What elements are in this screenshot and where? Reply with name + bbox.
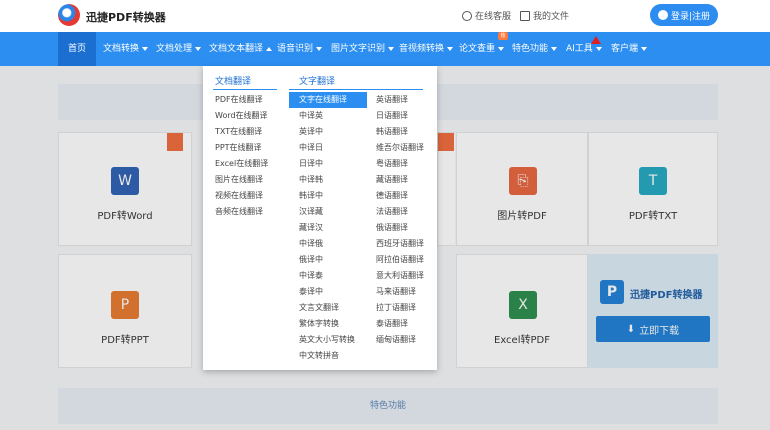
nav-features-label: 特色功能 [512,44,549,54]
chevron-down-icon [316,46,323,51]
nav-doc-process-label: 文档处理 [156,44,193,54]
dropdown-menu-item[interactable]: 音频在线翻译 [215,204,263,220]
main-nav: 首页 文档转换 文档处理 文档文本翻译 语音识别 图片文字识别 音视频转换 论文… [0,32,770,66]
my-docs-link[interactable]: 我的文件 [520,9,569,22]
dropdown-menu-item[interactable]: 法语翻译 [376,204,408,220]
dropdown-menu-item[interactable]: 西班牙语翻译 [376,236,424,252]
dropdown-menu-item[interactable]: 中译韩 [299,172,323,188]
dropdown-menu-item[interactable]: TXT在线翻译 [215,124,262,140]
dropdown-menu-item[interactable]: 意大利语翻译 [376,268,424,284]
doc-translate-heading: 文档翻译 [215,77,252,87]
chevron-down-icon [142,46,149,51]
dropdown-menu-item[interactable]: 马来语翻译 [376,284,416,300]
dropdown-menu-item[interactable]: 日译中 [299,156,323,172]
brand-name[interactable]: 迅捷PDF转换器 [86,9,166,25]
dropdown-menu-item[interactable]: 泰译中 [299,284,323,300]
dropdown-menu-item[interactable]: 拉丁语翻译 [376,300,416,316]
document-icon [520,10,530,21]
nav-client[interactable]: 客户端 [611,32,648,66]
dropdown-menu-item[interactable]: 中译俄 [299,236,323,252]
dropdown-menu-item[interactable]: 藏语翻译 [376,172,408,188]
login-label: 登录|注册 [670,11,711,22]
dropdown-menu-item[interactable]: 视频在线翻译 [215,188,263,204]
dropdown-menu-item[interactable]: 中译泰 [299,268,323,284]
dropdown-menu-item[interactable]: 俄语翻译 [376,220,408,236]
nav-translate[interactable]: 文档文本翻译 [209,32,273,66]
nav-doc-convert[interactable]: 文档转换 [103,32,149,66]
heading-underline [289,89,423,90]
user-icon [657,10,668,20]
nav-features[interactable]: 特色功能 [512,32,558,66]
login-register-button[interactable]: 登录|注册 [650,4,718,26]
top-header: 迅捷PDF转换器 在线客服 我的文件 登录|注册 [0,0,770,32]
nav-ai-tools-label: AI工具 [566,44,593,54]
chevron-down-icon [595,46,602,51]
nav-doc-convert-label: 文档转换 [103,44,140,54]
dropdown-menu-item[interactable]: Excel在线翻译 [215,156,268,172]
dropdown-menu-item[interactable]: 英文大小写转换 [299,332,355,348]
nav-client-label: 客户端 [611,44,639,54]
nav-ocr[interactable]: 图片文字识别 [331,32,395,66]
my-docs-label: 我的文件 [533,12,570,22]
dropdown-menu-item[interactable]: 繁体字转换 [299,316,339,332]
dropdown-menu-item[interactable]: 韩译中 [299,188,323,204]
dropdown-menu-item[interactable]: 英译中 [299,124,323,140]
dropdown-menu-item[interactable]: 韩语翻译 [376,124,408,140]
brand-logo-icon[interactable] [58,4,80,26]
chevron-down-icon [195,46,202,51]
online-service-label: 在线客服 [475,12,512,22]
text-translate-heading: 文字翻译 [299,77,336,87]
heading-underline [213,89,277,90]
dropdown-menu-item[interactable]: 阿拉伯语翻译 [376,252,424,268]
headset-icon [462,10,472,21]
dropdown-menu-item[interactable]: 文言文翻译 [299,300,339,316]
chevron-up-icon [266,46,273,51]
chevron-down-icon [551,46,558,51]
translate-dropdown-menu: 文档翻译 文字翻译 PDF在线翻译 Word在线翻译 TXT在线翻译 PPT在线翻译 E… [203,66,437,370]
dropdown-menu-item[interactable]: 日语翻译 [376,108,408,124]
dropdown-menu-item[interactable]: 粤语翻译 [376,156,408,172]
dropdown-menu-item[interactable]: 俄译中 [299,252,323,268]
chevron-down-icon [388,46,395,51]
online-service-link[interactable]: 在线客服 [462,9,511,22]
hot-badge: 热 [498,32,508,40]
chevron-down-icon [447,46,454,51]
dropdown-menu-item[interactable]: PPT在线翻译 [215,140,262,156]
dropdown-menu-item[interactable]: 缅甸语翻译 [376,332,416,348]
nav-ocr-label: 图片文字识别 [331,44,386,54]
nav-av-convert-label: 音视频转换 [399,44,445,54]
dropdown-menu-item[interactable]: 英语翻译 [376,92,408,108]
dropdown-menu-item[interactable]: Word在线翻译 [215,108,268,124]
dropdown-menu-item[interactable]: 中译英 [299,108,323,124]
dropdown-menu-item[interactable]: 藏译汉 [299,220,323,236]
dropdown-menu-item[interactable]: 图片在线翻译 [215,172,263,188]
nav-home-label: 首页 [67,44,86,54]
dropdown-menu-item[interactable]: 维吾尔语翻译 [376,140,424,156]
nav-speech[interactable]: 语音识别 [277,32,323,66]
nav-speech-label: 语音识别 [277,44,314,54]
nav-translate-label: 文档文本翻译 [209,44,264,54]
chevron-down-icon [641,46,648,51]
nav-av-convert[interactable]: 音视频转换 [399,32,454,66]
dropdown-menu-item[interactable]: 德语翻译 [376,188,408,204]
dropdown-menu-item[interactable]: 中文转拼音 [299,348,339,364]
dropdown-menu-item[interactable]: 文字在线翻译 [289,92,367,108]
chevron-down-icon [498,46,505,51]
dropdown-menu-item[interactable]: 中译日 [299,140,323,156]
dropdown-menu-item[interactable]: 汉译藏 [299,204,323,220]
red-arrow-pointer-icon [591,36,601,44]
nav-plagiarism-label: 论文查重 [459,44,496,54]
nav-doc-process[interactable]: 文档处理 [156,32,202,66]
dropdown-menu-item[interactable]: PDF在线翻译 [215,92,263,108]
nav-home[interactable]: 首页 [58,32,96,66]
dropdown-menu-item[interactable]: 泰语翻译 [376,316,408,332]
